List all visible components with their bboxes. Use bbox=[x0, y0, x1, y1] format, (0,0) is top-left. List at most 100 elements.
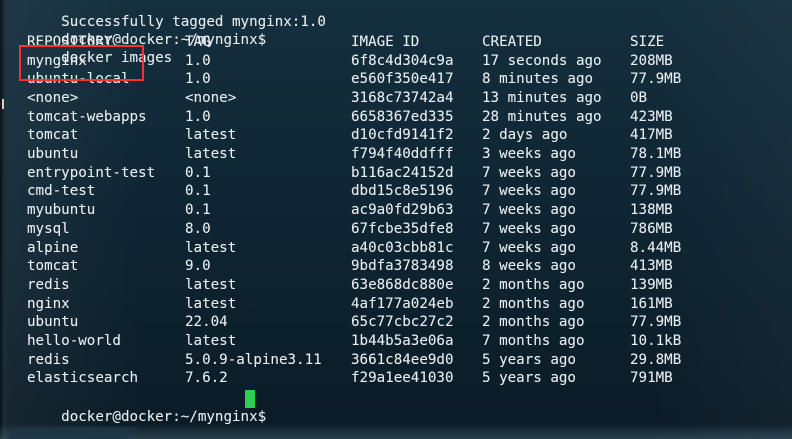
size-cell: 8.44MB bbox=[630, 239, 682, 256]
created-cell: 8 weeks ago bbox=[482, 258, 576, 275]
image-id-cell: 9bdfa3783498 bbox=[351, 258, 454, 275]
tag-cell: 22.04 bbox=[185, 314, 228, 331]
repository-cell: cmd-test bbox=[27, 183, 96, 200]
size-cell: 77.9MB bbox=[630, 71, 682, 88]
size-cell: 423MB bbox=[630, 108, 673, 125]
current-prompt-line[interactable]: docker@docker:~/mynginx$ bbox=[27, 390, 266, 425]
size-cell: 786MB bbox=[630, 220, 673, 237]
size-cell: 208MB bbox=[630, 52, 673, 69]
created-cell: 5 years ago bbox=[482, 351, 576, 368]
image-id-cell: 67fcbe35dfe8 bbox=[351, 220, 454, 237]
terminal-window[interactable]: Successfully tagged mynginx:1.0 docker@d… bbox=[0, 0, 792, 439]
repository-cell: <none> bbox=[27, 89, 79, 106]
tag-cell: 8.0 bbox=[185, 220, 211, 237]
image-id-cell: a40c03cbb81c bbox=[351, 239, 454, 256]
created-cell: 2 days ago bbox=[482, 127, 568, 144]
repository-cell: redis bbox=[27, 351, 70, 368]
repository-cell: alpine bbox=[27, 239, 79, 256]
created-cell: 3 weeks ago bbox=[482, 146, 576, 162]
size-cell: 10.1kB bbox=[630, 333, 682, 349]
docker-image-row: ubuntu latest f794f40ddfff 3 weeks ago 7… bbox=[27, 145, 681, 163]
image-id-cell: e560f350e417 bbox=[351, 71, 454, 88]
docker-image-row: redis 5.0.9-alpine3.11 3661c84ee9d0 5 ye… bbox=[27, 351, 681, 369]
docker-image-row: tomcat-webapps 1.0 6658367ed335 28 minut… bbox=[27, 108, 673, 126]
created-cell: 28 minutes ago bbox=[482, 108, 602, 125]
image-id-cell: 63e868dc880e bbox=[351, 276, 454, 293]
highlight-annotation-box bbox=[19, 45, 144, 81]
size-cell: 417MB bbox=[630, 127, 673, 144]
size-cell: 77.9MB bbox=[630, 183, 682, 200]
tag-cell: latest bbox=[185, 127, 237, 144]
docker-image-row: elasticsearch 7.6.2 f29a1ee41030 5 years… bbox=[27, 369, 673, 387]
created-cell: 17 seconds ago bbox=[482, 52, 602, 69]
created-cell: 7 weeks ago bbox=[482, 239, 576, 256]
docker-image-row: hello-world latest 1b44b5a3e06a 7 months… bbox=[27, 332, 681, 350]
size-cell: 138MB bbox=[630, 202, 673, 219]
image-id-header: IMAGE ID bbox=[351, 34, 420, 50]
docker-image-row: <none> <none> 3168c73742a4 13 minutes ag… bbox=[27, 89, 647, 107]
created-cell: 2 months ago bbox=[482, 314, 585, 331]
tag-cell: 5.0.9-alpine3.11 bbox=[185, 351, 322, 368]
size-cell: 29.8MB bbox=[630, 351, 682, 368]
docker-image-row: entrypoint-test 0.1 b116ac24152d 7 weeks… bbox=[27, 164, 681, 182]
docker-image-row: tomcat latest d10cfd9141f2 2 days ago 41… bbox=[27, 126, 673, 144]
size-cell: 791MB bbox=[630, 370, 673, 387]
created-cell: 7 months ago bbox=[482, 333, 585, 349]
size-cell: 78.1MB bbox=[630, 146, 682, 162]
repository-cell: tomcat bbox=[27, 127, 79, 144]
docker-image-row: cmd-test 0.1 dbd15c8e5196 7 weeks ago 77… bbox=[27, 182, 681, 200]
repository-cell: entrypoint-test bbox=[27, 164, 156, 181]
window-left-edge bbox=[0, 0, 7, 439]
tag-cell: latest bbox=[185, 333, 237, 349]
size-cell: 413MB bbox=[630, 258, 673, 275]
tag-cell: <none> bbox=[185, 89, 237, 106]
size-cell: 77.9MB bbox=[630, 314, 682, 331]
tag-cell: latest bbox=[185, 276, 237, 293]
size-cell: 139MB bbox=[630, 276, 673, 293]
image-id-cell: 3661c84ee9d0 bbox=[351, 351, 454, 368]
image-id-cell: 65c77cbc27c2 bbox=[351, 314, 454, 331]
created-cell: 7 weeks ago bbox=[482, 164, 576, 181]
repository-cell: nginx bbox=[27, 295, 70, 312]
image-id-cell: dbd15c8e5196 bbox=[351, 183, 454, 200]
docker-image-row: nginx latest 4af177a024eb 2 months ago 1… bbox=[27, 295, 673, 313]
image-id-cell: 4af177a024eb bbox=[351, 295, 454, 312]
image-id-cell: b116ac24152d bbox=[351, 164, 454, 181]
tag-cell: 0.1 bbox=[185, 164, 211, 181]
repository-cell: mysql bbox=[27, 220, 70, 237]
created-cell: 7 weeks ago bbox=[482, 220, 576, 237]
previous-output-line: Successfully tagged mynginx:1.0 bbox=[27, 0, 326, 30]
image-id-cell: ac9a0fd29b63 bbox=[351, 202, 454, 219]
tag-cell: 1.0 bbox=[185, 52, 211, 69]
docker-image-row: tomcat 9.0 9bdfa3783498 8 weeks ago 413M… bbox=[27, 257, 673, 275]
current-shell-prompt: docker@docker:~/mynginx$ bbox=[61, 408, 267, 425]
size-cell: 161MB bbox=[630, 295, 673, 312]
repository-cell: hello-world bbox=[27, 333, 121, 349]
docker-image-row: myubuntu 0.1 ac9a0fd29b63 7 weeks ago 13… bbox=[27, 201, 673, 219]
tag-cell: latest bbox=[185, 146, 237, 162]
tag-cell: latest bbox=[185, 295, 237, 312]
tag-cell: 1.0 bbox=[185, 71, 211, 88]
size-cell: 0B bbox=[630, 89, 648, 106]
tag-cell: latest bbox=[185, 239, 237, 256]
tag-cell: 0.1 bbox=[185, 202, 211, 219]
tag-cell: 0.1 bbox=[185, 183, 211, 200]
created-cell: 7 weeks ago bbox=[482, 202, 576, 219]
command-line: docker@docker:~/mynginx$ docker images bbox=[27, 13, 266, 66]
created-header: CREATED bbox=[482, 34, 542, 50]
created-cell: 2 months ago bbox=[482, 295, 585, 312]
repository-cell: elasticsearch bbox=[27, 370, 139, 387]
image-id-cell: f29a1ee41030 bbox=[351, 370, 454, 387]
docker-image-row: ubuntu 22.04 65c77cbc27c2 2 months ago 7… bbox=[27, 313, 681, 331]
size-cell: 77.9MB bbox=[630, 164, 682, 181]
size-header: SIZE bbox=[630, 34, 665, 50]
desktop-background-shape bbox=[6, 427, 138, 439]
created-cell: 7 weeks ago bbox=[482, 183, 576, 200]
repository-cell: ubuntu bbox=[27, 314, 79, 331]
image-id-cell: d10cfd9141f2 bbox=[351, 127, 454, 144]
scroll-marker-icon bbox=[2, 99, 4, 109]
block-cursor-icon[interactable] bbox=[245, 390, 255, 408]
created-cell: 5 years ago bbox=[482, 370, 576, 387]
tag-cell: 9.0 bbox=[185, 258, 211, 275]
image-id-cell: 6658367ed335 bbox=[351, 108, 454, 125]
